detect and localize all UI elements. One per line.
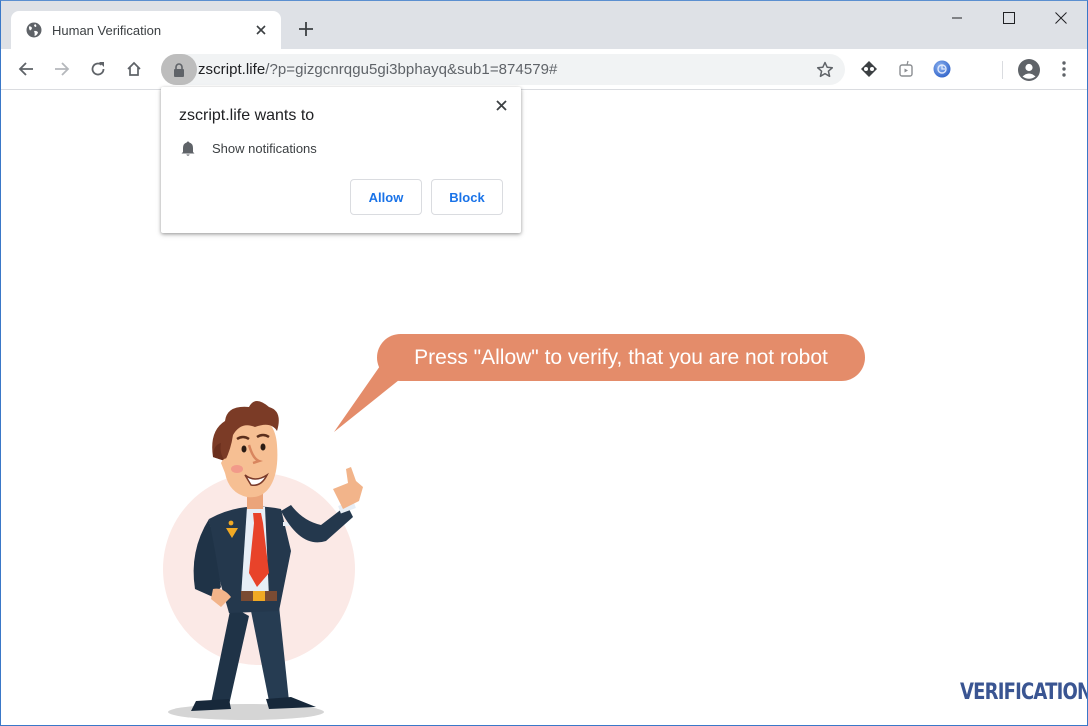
bell-icon [181, 141, 195, 156]
bookmark-button[interactable] [815, 60, 835, 80]
minimize-icon [952, 17, 962, 19]
toolbar: zscript.life/?p=gizgcnrqgu5gi3bphayq&sub… [1, 49, 1087, 90]
allow-button[interactable]: Allow [350, 179, 422, 215]
verification-logo: VERIFICATION [960, 680, 1088, 705]
browser-window: Human Verification zscript.life/?p=gizgc… [0, 0, 1088, 726]
businessman-illustration [163, 401, 363, 720]
bubble-text: Press "Allow" to verify, that you are no… [414, 345, 828, 369]
extension-blue-globe-button[interactable] [932, 59, 952, 79]
address-bar[interactable]: zscript.life/?p=gizgcnrqgu5gi3bphayq&sub… [161, 54, 845, 85]
reload-button[interactable] [86, 57, 110, 81]
site-info-button[interactable] [161, 54, 197, 85]
extension-diamond-icon [861, 61, 877, 77]
profile-button[interactable] [1017, 58, 1041, 82]
title-bar: Human Verification [1, 1, 1087, 49]
star-icon [816, 61, 834, 78]
extension-tv-button[interactable] [896, 59, 916, 79]
close-icon [1055, 12, 1067, 24]
extension-diamond-button[interactable] [859, 59, 879, 79]
lock-icon [174, 62, 184, 77]
globe-icon [26, 22, 42, 38]
permission-close-button[interactable] [491, 95, 511, 115]
forward-button[interactable] [50, 57, 74, 81]
back-button[interactable] [14, 57, 38, 81]
more-vert-icon [1062, 61, 1066, 77]
url-text[interactable]: zscript.life/?p=gizgcnrqgu5gi3bphayq&sub… [198, 61, 557, 78]
close-icon [495, 99, 507, 111]
notification-permission-popup: zscript.life wants to Show notifications… [161, 87, 521, 233]
permission-item: Show notifications [180, 140, 317, 157]
window-controls [931, 1, 1087, 35]
tab-human-verification[interactable]: Human Verification [11, 11, 281, 49]
block-button[interactable]: Block [431, 179, 503, 215]
close-window-button[interactable] [1035, 1, 1087, 35]
permission-title: zscript.life wants to [179, 107, 315, 124]
plus-icon [299, 22, 313, 36]
tab-title: Human Verification [52, 22, 162, 38]
url-host: zscript.life [198, 61, 266, 78]
home-icon [127, 61, 141, 76]
menu-button[interactable] [1054, 59, 1074, 79]
close-icon[interactable] [251, 20, 271, 40]
maximize-button[interactable] [983, 1, 1035, 35]
account-circle-icon [1018, 59, 1040, 81]
permission-label: Show notifications [212, 141, 317, 156]
new-tab-button[interactable] [295, 18, 317, 40]
extension-blue-globe-icon [933, 60, 951, 78]
speech-bubble: Press "Allow" to verify, that you are no… [377, 334, 865, 381]
maximize-icon [1003, 12, 1015, 24]
extension-tv-icon [899, 60, 913, 77]
arrow-right-icon [55, 62, 70, 76]
reload-icon [91, 62, 105, 76]
arrow-left-icon [18, 62, 33, 76]
home-button[interactable] [122, 57, 146, 81]
toolbar-divider [1002, 61, 1003, 79]
minimize-button[interactable] [931, 1, 983, 35]
url-path: /?p=gizgcnrqgu5gi3bphayq&sub1=874579# [265, 61, 558, 78]
